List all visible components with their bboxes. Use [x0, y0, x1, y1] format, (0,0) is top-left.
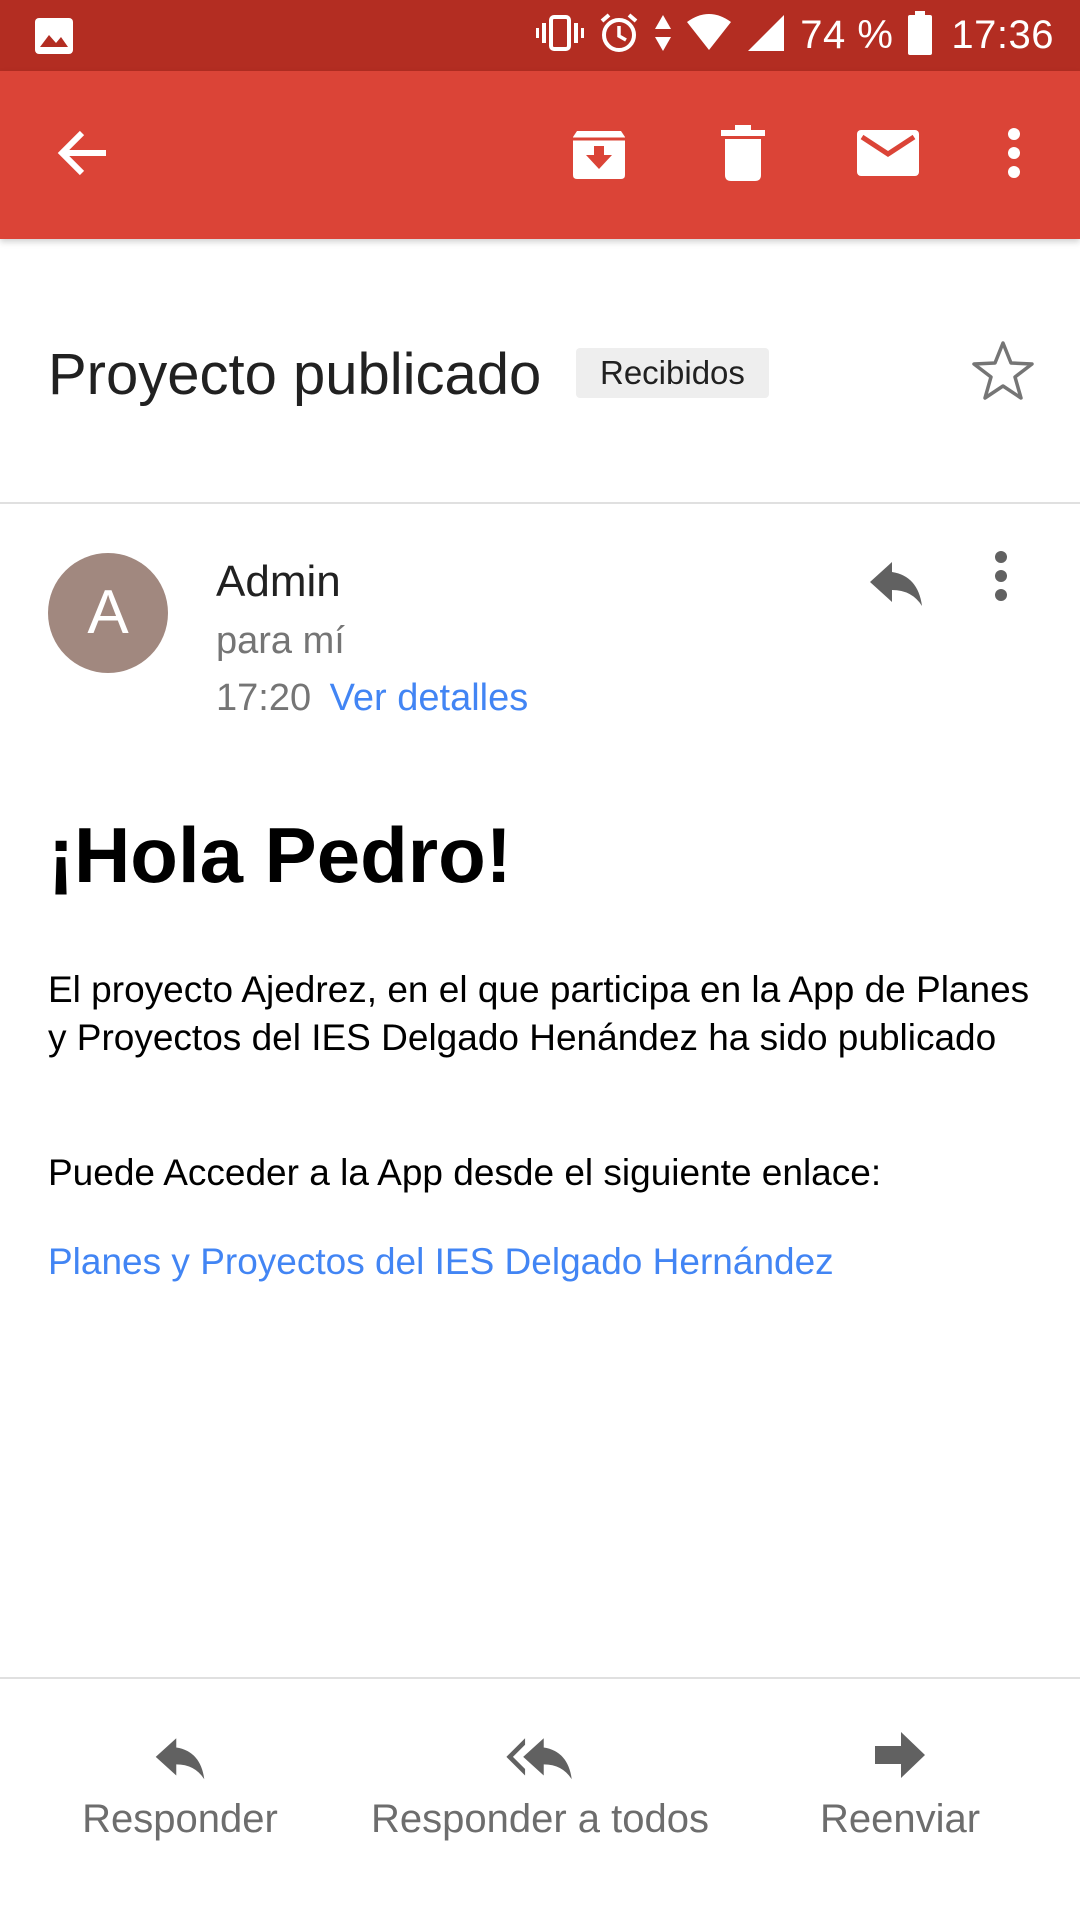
status-icons: 74 % 17:36: [522, 0, 1054, 71]
app-bar: [0, 71, 1080, 239]
mark-unread-button[interactable]: [838, 71, 938, 239]
mark-unread-icon: [857, 129, 919, 181]
back-button[interactable]: [32, 71, 132, 239]
reply-label: Responder: [82, 1797, 278, 1841]
forward-label: Reenviar: [819, 1797, 981, 1841]
star-button[interactable]: [970, 339, 1036, 408]
forward-action-button[interactable]: Reenviar: [800, 1679, 1000, 1879]
more-vert-icon: [1007, 127, 1021, 183]
reply-action-button[interactable]: Responder: [80, 1679, 280, 1879]
email-time: 17:20: [216, 677, 312, 719]
recipient-text: para mí: [216, 620, 345, 662]
email-meta: 17:20 Ver detalles: [216, 677, 528, 720]
forward-icon: [875, 1727, 925, 1783]
archive-icon: [571, 125, 627, 186]
cell-signal-icon: [746, 13, 786, 58]
reply-icon: [151, 1727, 209, 1783]
archive-button[interactable]: [549, 71, 649, 239]
data-arrows-icon: [654, 13, 672, 58]
gallery-icon: [34, 17, 74, 60]
reply-icon: [866, 562, 926, 614]
more-vert-icon: [994, 551, 1008, 606]
subject-row: Proyecto publicado Recibidos: [0, 239, 1080, 504]
star-outline-icon: [970, 341, 1036, 407]
sender-name: Admin: [216, 557, 341, 606]
more-options-button[interactable]: [964, 71, 1064, 239]
reply-all-label: Responder a todos: [370, 1797, 709, 1841]
reply-button[interactable]: [866, 550, 926, 615]
vibrate-icon: [536, 13, 585, 58]
email-subject: Proyecto publicado: [48, 342, 542, 407]
wifi-icon: [686, 14, 732, 57]
reply-all-action-button[interactable]: Responder a todos: [358, 1679, 722, 1879]
alarm-icon: [598, 12, 640, 59]
status-bar: 74 % 17:36: [0, 0, 1080, 71]
delete-button[interactable]: [693, 71, 793, 239]
inbox-label-chip[interactable]: Recibidos: [576, 348, 769, 398]
back-arrow-icon: [56, 130, 108, 181]
body-heading: ¡Hola Pedro!: [48, 811, 512, 899]
delete-icon: [721, 124, 765, 186]
reply-all-icon: [502, 1727, 578, 1783]
body-paragraph: Puede Acceder a la App desde el siguient…: [48, 1152, 882, 1193]
battery-percent: 74 %: [800, 13, 894, 57]
clock: 17:36: [951, 13, 1054, 57]
message-more-button[interactable]: [994, 550, 1008, 607]
view-details-link[interactable]: Ver detalles: [330, 677, 529, 719]
body-paragraph: El proyecto Ajedrez, en el que participa…: [48, 969, 1030, 1058]
bottom-action-bar: Responder Responder a todos Reenviar: [0, 1677, 1080, 1920]
battery-icon: [907, 11, 933, 60]
sender-avatar[interactable]: A: [48, 553, 168, 673]
app-link[interactable]: Planes y Proyectos del IES Delgado Herná…: [48, 1238, 834, 1286]
